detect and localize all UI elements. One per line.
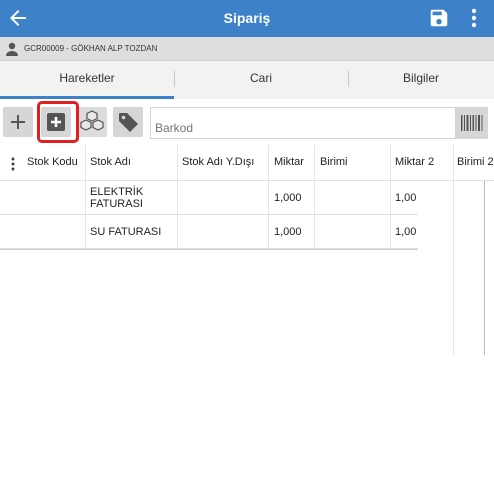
save-icon[interactable] [428,7,450,29]
cell-stok-adi-line2: FATURASI [90,198,143,210]
column-divider [453,145,454,355]
plus-icon [11,115,25,129]
barcode-input[interactable] [150,107,456,139]
app-bar: Sipariş [0,0,494,37]
page-title: Sipariş [223,10,271,26]
more-vert-icon[interactable] [464,7,484,29]
cell-stok-adi-line1: ELEKTRİK [90,186,144,198]
tab-hareketler[interactable]: Hareketler [0,61,174,99]
products-button[interactable] [77,107,107,137]
col-stok-adi[interactable]: Stok Adı [90,156,131,168]
col-miktar[interactable]: Miktar [274,156,304,168]
tab-cari[interactable]: Cari [174,61,348,99]
add-button[interactable] [3,107,33,137]
tab-bilgiler[interactable]: Bilgiler [348,61,494,99]
col-birimi[interactable]: Birimi [320,156,348,168]
tab-bar: Hareketler Cari Bilgiler [0,61,494,99]
col-stok-kodu[interactable]: Stok Kodu [27,156,78,168]
highlight-box [37,101,79,143]
column-menu-icon[interactable] [9,156,17,172]
cell-miktar: 1,000 [274,226,302,238]
user-label: GCR00009 - GÖKHAN ALP TOZDAN [24,44,158,53]
cell-miktar-2: 1,00 [395,226,417,238]
col-birimi-2[interactable]: Birimi 2 [457,156,494,168]
barcode-icon [461,115,483,131]
cell-stok-adi-line1: SU FATURASI [90,226,162,238]
col-stok-adi-ydisi[interactable]: Stok Adı Y.Dışı [182,156,254,168]
table-row[interactable]: ELEKTRİK FATURASI 1,000 1,00 [0,181,418,215]
cell-miktar-2: 1,00 [395,192,417,204]
table-row[interactable]: SU FATURASI 1,000 1,00 [0,215,418,249]
scrollbar-track[interactable] [484,181,485,355]
cell-miktar: 1,000 [274,192,302,204]
table-bottom-divider [0,249,418,250]
person-icon [6,42,18,56]
table-header: Stok Kodu Stok Adı Stok Adı Y.Dışı Mikta… [0,145,494,181]
boxes-icon [80,110,104,131]
col-miktar-2[interactable]: Miktar 2 [395,156,434,168]
tag-icon [119,113,138,132]
user-bar: GCR00009 - GÖKHAN ALP TOZDAN [0,37,494,61]
tag-button[interactable] [113,107,143,137]
barcode-scan-button[interactable] [456,107,488,139]
